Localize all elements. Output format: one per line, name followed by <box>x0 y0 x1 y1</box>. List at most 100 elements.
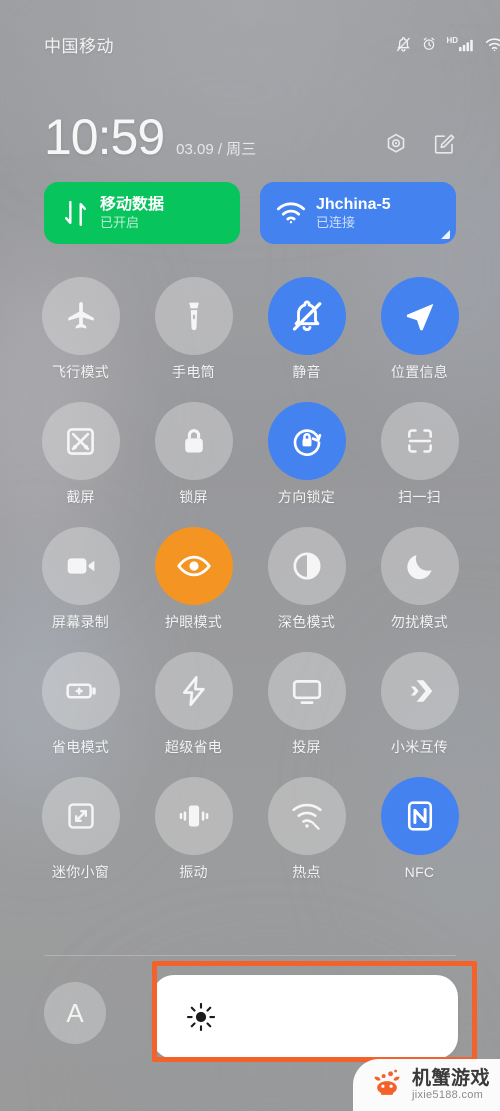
toggle-label: 投屏 <box>292 739 321 755</box>
flashlight-icon <box>178 300 210 332</box>
clock-row: 10:59 03.09 / 周三 <box>44 112 456 162</box>
quick-settings-panel: 中国移动 HD 10:59 03.09 / 周三 移动数据 已开启 Jhchin… <box>0 0 500 1111</box>
clock-time: 10:59 <box>44 109 165 165</box>
toggle-dark-mode[interactable]: 深色模式 <box>250 527 363 630</box>
toggle-battery-saver[interactable]: 省电模式 <box>24 652 137 755</box>
data-arrows-icon <box>58 200 92 227</box>
toggle-circle[interactable] <box>267 402 346 480</box>
toggle-circle[interactable] <box>41 652 120 730</box>
watermark-text: 机蟹游戏 jixie5188.com <box>412 1068 490 1102</box>
wifi-expand-arrow-icon[interactable] <box>441 230 450 239</box>
toggle-label: 深色模式 <box>277 614 336 630</box>
wifi-tile[interactable]: Jhchina-5 已连接 <box>260 182 456 244</box>
rotation-lock-icon <box>289 423 325 459</box>
bell-slash-icon <box>290 299 324 333</box>
toggle-lock-screen[interactable]: 锁屏 <box>137 402 250 505</box>
toggle-airplane-mode[interactable]: 飞行模式 <box>24 277 137 380</box>
toggle-eye-comfort[interactable]: 护眼模式 <box>137 527 250 630</box>
toggle-circle[interactable] <box>41 402 120 480</box>
airplane-icon <box>64 299 98 333</box>
toggle-do-not-disturb[interactable]: 勿扰模式 <box>363 527 476 630</box>
toggle-mi-share[interactable]: 小米互传 <box>363 652 476 755</box>
toggle-screen-record[interactable]: 屏幕录制 <box>24 527 137 630</box>
video-camera-icon <box>64 549 98 583</box>
toggle-circle[interactable] <box>267 527 346 605</box>
toggle-circle[interactable] <box>380 402 459 480</box>
toggle-label: NFC <box>404 864 435 880</box>
toggle-silent-mode[interactable]: 静音 <box>250 277 363 380</box>
status-icon-group: HD 76 <box>395 36 500 53</box>
toggle-location[interactable]: 位置信息 <box>363 277 476 380</box>
sun-icon <box>184 1000 218 1034</box>
toggle-circle[interactable] <box>41 527 120 605</box>
toggle-mini-window[interactable]: 迷你小窗 <box>24 777 137 880</box>
toggle-circle[interactable] <box>380 527 459 605</box>
connectivity-tiles: 移动数据 已开启 Jhchina-5 已连接 <box>44 182 456 244</box>
vibration-icon <box>177 799 211 833</box>
toggle-label: 省电模式 <box>51 739 110 755</box>
toggle-circle[interactable] <box>154 277 233 355</box>
crab-logo-icon <box>369 1068 405 1103</box>
mi-share-icon <box>403 674 437 708</box>
mobile-data-tile[interactable]: 移动数据 已开启 <box>44 182 240 244</box>
toggle-circle[interactable] <box>267 777 346 855</box>
toggle-flashlight[interactable]: 手电筒 <box>137 277 250 380</box>
contrast-circle-icon <box>290 549 324 583</box>
toggle-scan[interactable]: 扫一扫 <box>363 402 476 505</box>
toggle-cast[interactable]: 投屏 <box>250 652 363 755</box>
mobile-data-text: 移动数据 已开启 <box>100 196 164 231</box>
lightning-bolt-icon <box>177 674 211 708</box>
toggle-label: 振动 <box>179 864 208 880</box>
hotspot-icon <box>290 800 324 832</box>
toggle-circle[interactable] <box>267 652 346 730</box>
status-bar: 中国移动 HD <box>0 0 500 66</box>
toggle-circle[interactable] <box>154 777 233 855</box>
lock-icon <box>178 425 210 457</box>
toggle-screenshot[interactable]: 截屏 <box>24 402 137 505</box>
scan-icon <box>404 425 436 457</box>
watermark-title: 机蟹游戏 <box>411 1068 490 1089</box>
toggle-nfc[interactable]: NFC <box>363 777 476 880</box>
brightness-slider[interactable] <box>152 975 458 1059</box>
toggle-circle[interactable] <box>380 277 459 355</box>
hd-icon: HD <box>446 35 458 45</box>
wifi-icon <box>274 201 308 225</box>
toggle-label: 截屏 <box>66 489 95 505</box>
toggle-circle[interactable] <box>41 277 120 355</box>
bell-slash-icon <box>395 36 412 53</box>
battery-plus-icon <box>64 674 98 708</box>
toggle-label: 手电筒 <box>172 364 215 380</box>
toggle-label: 静音 <box>292 364 321 380</box>
toggle-circle[interactable] <box>154 402 233 480</box>
toggle-ultra-battery-saver[interactable]: 超级省电 <box>137 652 250 755</box>
toggle-label: 勿扰模式 <box>390 614 449 630</box>
panel-divider <box>44 955 456 956</box>
toggle-grid: 飞行模式 手电筒 静音 位置信息 截屏 锁屏 方向锁定 扫一扫 屏幕录制 护眼模… <box>24 277 476 880</box>
toggle-label: 锁屏 <box>179 489 208 505</box>
toggle-rotation-lock[interactable]: 方向锁定 <box>250 402 363 505</box>
toggle-vibration[interactable]: 振动 <box>137 777 250 880</box>
watermark-url: jixie5188.com <box>411 1089 484 1101</box>
toggle-label: 护眼模式 <box>164 614 223 630</box>
clock-action-icons <box>384 132 456 162</box>
alarm-clock-icon <box>421 36 437 52</box>
toggle-label: 位置信息 <box>390 364 449 380</box>
watermark: 机蟹游戏 jixie5188.com <box>352 1059 500 1111</box>
edit-pencil-icon[interactable] <box>432 132 456 156</box>
settings-gear-icon[interactable] <box>384 132 408 156</box>
toggle-hotspot[interactable]: 热点 <box>250 777 363 880</box>
toggle-label: 热点 <box>292 864 321 880</box>
signal-bars-icon: HD <box>446 35 476 52</box>
wifi-icon <box>485 37 500 52</box>
toggle-circle[interactable] <box>154 652 233 730</box>
toggle-circle[interactable] <box>380 652 459 730</box>
toggle-circle[interactable] <box>380 777 459 855</box>
toggle-circle[interactable] <box>41 777 120 855</box>
toggle-circle[interactable] <box>267 277 346 355</box>
auto-brightness-button[interactable]: A <box>44 982 106 1044</box>
screenshot-icon <box>64 425 97 458</box>
toggle-label: 扫一扫 <box>398 489 441 505</box>
nfc-icon <box>403 799 437 833</box>
toggle-circle[interactable] <box>154 527 233 605</box>
carrier-name: 中国移动 <box>44 36 114 56</box>
